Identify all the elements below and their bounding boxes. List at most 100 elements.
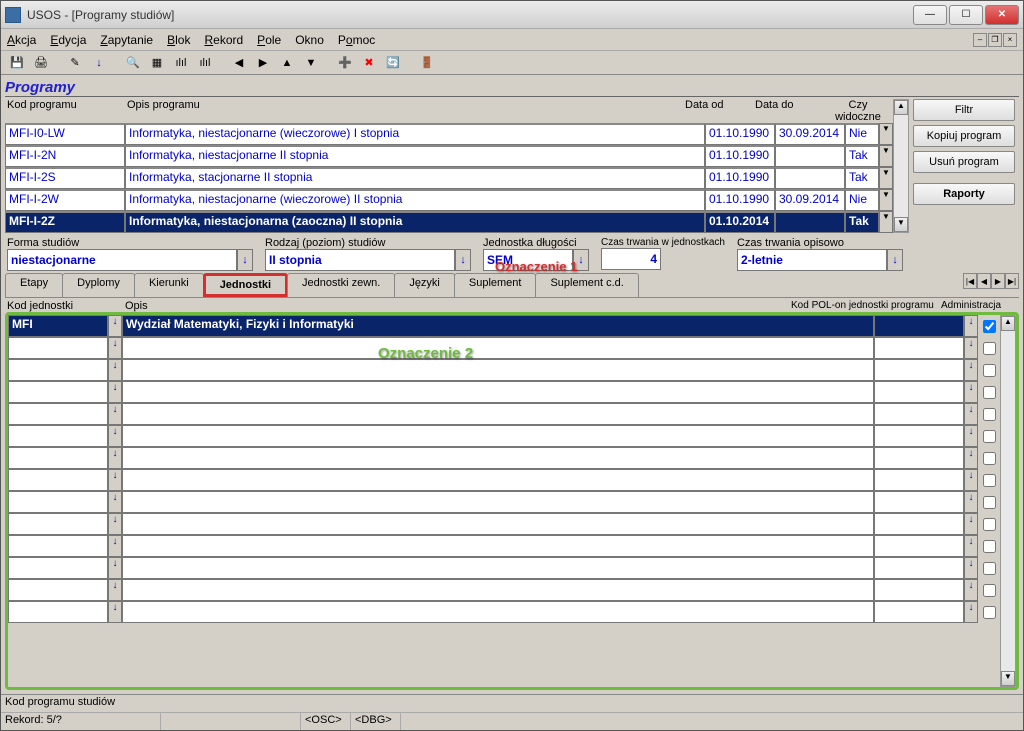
jednostka-kod[interactable] <box>8 359 108 381</box>
programs-scrollbar[interactable]: ▲ ▼ <box>893 99 909 233</box>
jednostka-polon[interactable] <box>874 491 964 513</box>
jednostka-admin-checkbox[interactable] <box>978 601 1000 623</box>
jednostka-row[interactable]: ↓↓ <box>8 469 1000 491</box>
jednostka-kod-lov-icon[interactable]: ↓ <box>108 447 122 469</box>
jednostka-kod[interactable] <box>8 513 108 535</box>
add-icon[interactable]: ➕ <box>335 53 355 73</box>
bars1-icon[interactable]: ılıl <box>171 53 191 73</box>
jednostka-kod[interactable] <box>8 579 108 601</box>
tab-dyplomy[interactable]: Dyplomy <box>62 273 135 297</box>
jednostka-opis[interactable] <box>122 381 874 403</box>
jednostka-opis[interactable] <box>122 557 874 579</box>
program-data-od[interactable]: 01.10.1990 <box>705 189 775 211</box>
jednostka-polon-lov-icon[interactable]: ↓ <box>964 491 978 513</box>
program-data-od[interactable]: 01.10.2014 <box>705 211 775 233</box>
jednostka-admin-checkbox[interactable] <box>978 403 1000 425</box>
jednostka-kod[interactable] <box>8 337 108 359</box>
maximize-button[interactable]: ☐ <box>949 5 983 25</box>
jednostka-admin-checkbox[interactable] <box>978 425 1000 447</box>
program-data-od[interactable]: 01.10.1990 <box>705 123 775 145</box>
delete-icon[interactable]: ✖ <box>359 53 379 73</box>
widoczne-dropdown-icon[interactable]: ▼ <box>879 167 893 189</box>
exit-icon[interactable]: 🚪 <box>417 53 437 73</box>
jednostka-kod-lov-icon[interactable]: ↓ <box>108 601 122 623</box>
menu-zapytanie[interactable]: Zapytanie <box>100 33 153 47</box>
rodzaj-input[interactable] <box>265 249 455 271</box>
jednostka-kod-lov-icon[interactable]: ↓ <box>108 513 122 535</box>
czas-jedn-input[interactable] <box>601 248 661 270</box>
jednostka-opis[interactable] <box>122 359 874 381</box>
prev-icon[interactable]: ◀ <box>229 53 249 73</box>
jednostka-polon[interactable] <box>874 381 964 403</box>
program-opis[interactable]: Informatyka, stacjonarne II stopnia <box>125 167 705 189</box>
menu-akcja[interactable]: Akcja <box>7 33 36 47</box>
jednostka-polon-lov-icon[interactable]: ↓ <box>964 359 978 381</box>
filter-icon[interactable]: 🔍 <box>123 53 143 73</box>
widoczne-dropdown-icon[interactable]: ▼ <box>879 123 893 145</box>
bars2-icon[interactable]: ılıl <box>195 53 215 73</box>
jednostka-polon[interactable] <box>874 513 964 535</box>
jednostka-polon-lov-icon[interactable]: ↓ <box>964 579 978 601</box>
jednostka-opis[interactable] <box>122 491 874 513</box>
jednostka-kod-lov-icon[interactable]: ↓ <box>108 491 122 513</box>
print-icon[interactable]: 🖨 <box>31 53 51 73</box>
jednostka-kod[interactable] <box>8 425 108 447</box>
jednostka-polon[interactable] <box>874 447 964 469</box>
program-kod[interactable]: MFI-I-2Z <box>5 211 125 233</box>
jednostka-polon-lov-icon[interactable]: ↓ <box>964 315 978 337</box>
jednostka-polon[interactable] <box>874 425 964 447</box>
program-data-od[interactable]: 01.10.1990 <box>705 167 775 189</box>
jednostka-polon[interactable] <box>874 359 964 381</box>
filter-button[interactable]: Filtr <box>913 99 1015 121</box>
program-kod[interactable]: MFI-I-2W <box>5 189 125 211</box>
jednostka-polon[interactable] <box>874 557 964 579</box>
jednostka-opis[interactable] <box>122 447 874 469</box>
jednostka-opis[interactable] <box>122 535 874 557</box>
program-row[interactable]: MFI-I-2ZInformatyka, niestacjonarna (zao… <box>5 211 893 233</box>
widoczne-dropdown-icon[interactable]: ▼ <box>879 145 893 167</box>
jednostka-row[interactable]: ↓↓ <box>8 359 1000 381</box>
jednostka-kod[interactable] <box>8 601 108 623</box>
program-data-do[interactable] <box>775 145 845 167</box>
jednostka-admin-checkbox[interactable] <box>978 513 1000 535</box>
jednostka-row[interactable]: ↓↓ <box>8 381 1000 403</box>
jednostka-row[interactable]: ↓↓ <box>8 601 1000 623</box>
program-widoczne[interactable]: Tak <box>845 167 879 189</box>
jednostka-admin-checkbox[interactable] <box>978 469 1000 491</box>
jednostka-row[interactable]: ↓↓ <box>8 579 1000 601</box>
jednostka-kod-lov-icon[interactable]: ↓ <box>108 469 122 491</box>
jednostka-row[interactable]: ↓↓ <box>8 491 1000 513</box>
tab-prev-icon[interactable]: ◀ <box>977 273 991 289</box>
menu-edycja[interactable]: Edycja <box>50 33 86 47</box>
jednostka-kod-lov-icon[interactable]: ↓ <box>108 579 122 601</box>
program-row[interactable]: MFI-I0-LWInformatyka, niestacjonarne (wi… <box>5 123 893 145</box>
close-button[interactable]: ✕ <box>985 5 1019 25</box>
mdi-close-button[interactable]: × <box>1003 33 1017 47</box>
jednostka-row[interactable]: ↓↓ <box>8 337 1000 359</box>
jednostka-admin-checkbox[interactable] <box>978 447 1000 469</box>
jednostka-admin-checkbox[interactable] <box>978 491 1000 513</box>
jednostka-polon[interactable] <box>874 579 964 601</box>
jednostka-opis[interactable] <box>122 513 874 535</box>
up-icon[interactable]: ▲ <box>277 53 297 73</box>
scroll-down-icon[interactable]: ▼ <box>894 217 908 232</box>
program-widoczne[interactable]: Nie <box>845 189 879 211</box>
program-row[interactable]: MFI-I-2NInformatyka, niestacjonarne II s… <box>5 145 893 167</box>
program-widoczne[interactable]: Nie <box>845 123 879 145</box>
jednostka-row[interactable]: ↓↓ <box>8 403 1000 425</box>
rodzaj-lov-button[interactable]: ↓ <box>455 249 471 271</box>
tab-last-icon[interactable]: ▶| <box>1005 273 1019 289</box>
jednostka-row[interactable]: ↓↓ <box>8 535 1000 557</box>
jednostka-kod[interactable] <box>8 381 108 403</box>
tab-etapy[interactable]: Etapy <box>5 273 63 297</box>
jednostka-row[interactable]: ↓↓ <box>8 513 1000 535</box>
jednostka-kod-lov-icon[interactable]: ↓ <box>108 359 122 381</box>
tab-języki[interactable]: Języki <box>394 273 455 297</box>
mdi-restore-button[interactable]: ❐ <box>988 33 1002 47</box>
program-data-do[interactable]: 30.09.2014 <box>775 123 845 145</box>
tab-jednostki-zewn-[interactable]: Jednostki zewn. <box>287 273 395 297</box>
jednostka-opis[interactable] <box>122 403 874 425</box>
program-widoczne[interactable]: Tak <box>845 211 879 233</box>
forma-lov-button[interactable]: ↓ <box>237 249 253 271</box>
jednostka-polon-lov-icon[interactable]: ↓ <box>964 337 978 359</box>
